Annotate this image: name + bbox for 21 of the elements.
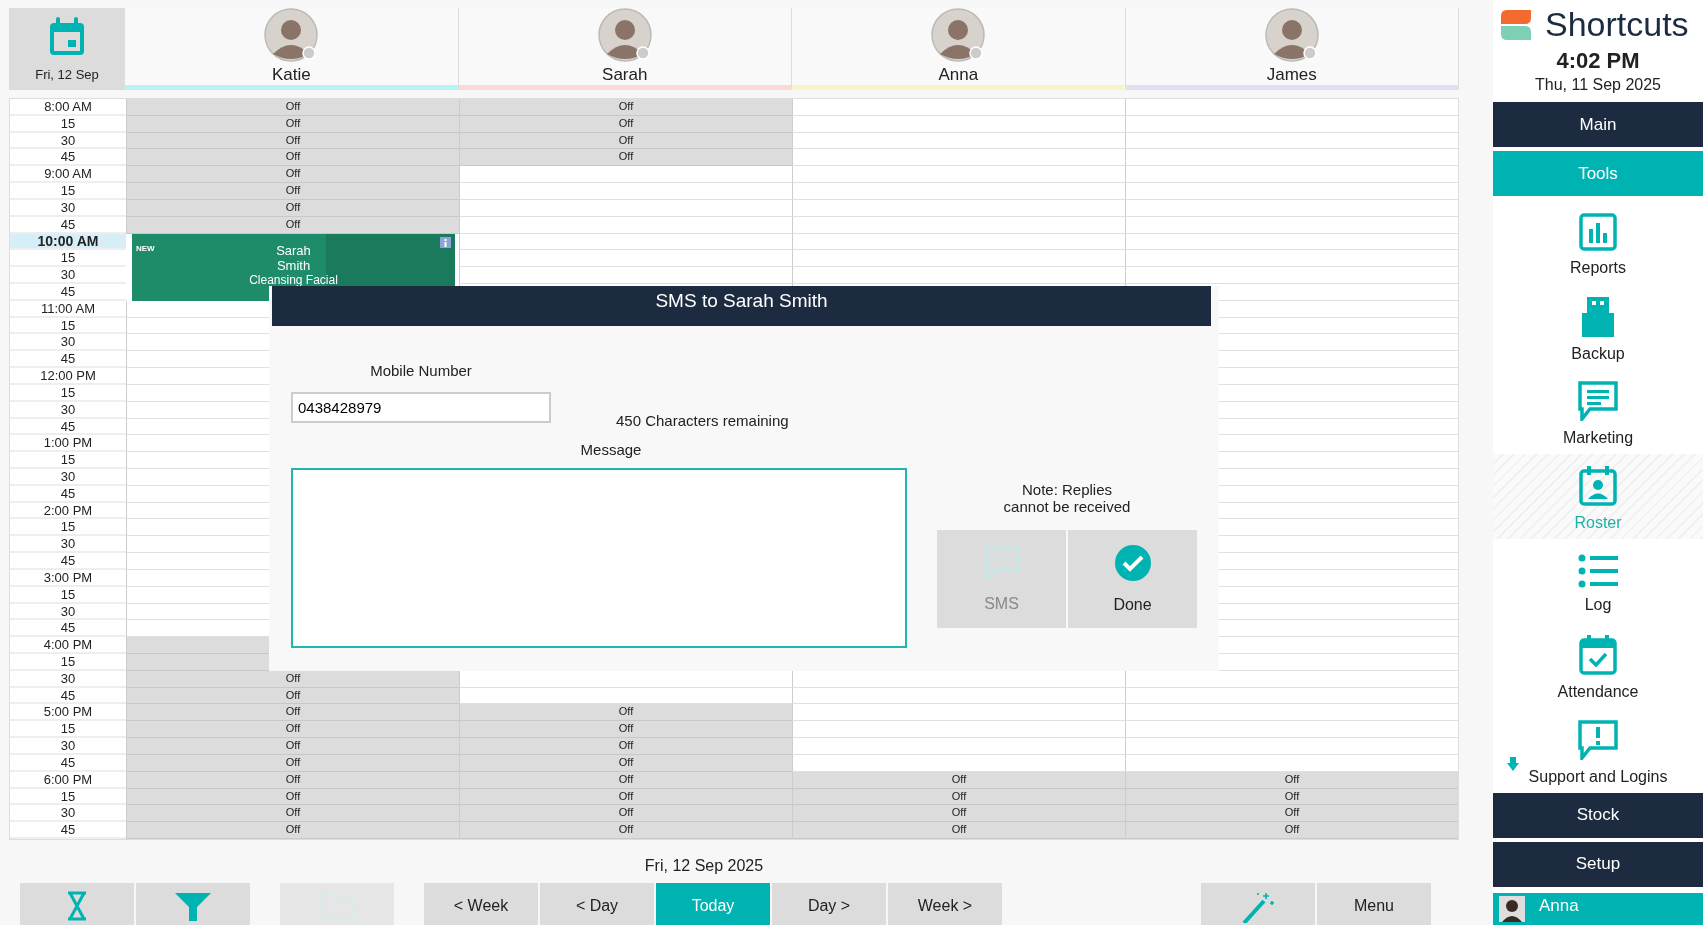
staff-name: Sarah (602, 65, 648, 85)
clock-date: Thu, 11 Sep 2025 (1534, 76, 1662, 94)
time-label: 30 (10, 267, 126, 284)
user-name: Anna (1539, 896, 1579, 917)
date-label: Fri, 12 Sep (35, 66, 99, 82)
clock-time: 4:02 PM (1555, 48, 1641, 74)
client-name: Sarah Smith (275, 242, 312, 273)
staff-name: Anna (938, 65, 979, 85)
staff-name: James (1266, 65, 1317, 85)
new-tag: NEW (136, 243, 155, 253)
note-text: Note: Replies cannot be received (1002, 481, 1132, 515)
time-label: 15 (10, 250, 126, 268)
characters-remaining: 450 Characters remaining (616, 412, 789, 429)
message-label: Message (579, 441, 642, 458)
staff-name: Katie (271, 65, 311, 85)
service-name: Cleansing Facial (249, 272, 338, 287)
dialog-title: SMS to Sarah Smith (272, 286, 1211, 326)
mobile-label: Mobile Number (370, 362, 472, 379)
current-date: Fri, 12 Sep 2025 (643, 857, 765, 875)
time-label: 45 (10, 284, 126, 301)
shortcuts-title: Shortcuts (1545, 5, 1689, 44)
